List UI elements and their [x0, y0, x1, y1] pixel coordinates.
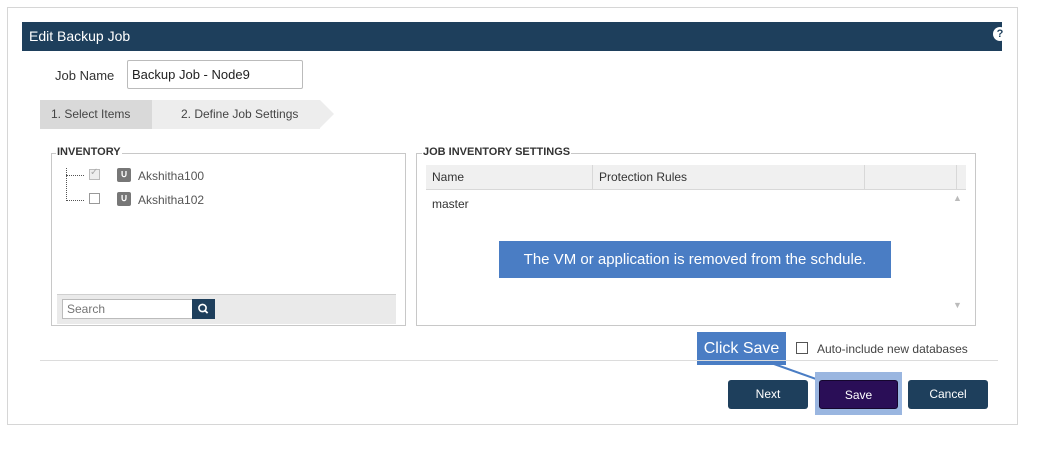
- footer-divider: [40, 360, 998, 361]
- auto-include-label: Auto-include new databases: [817, 342, 968, 356]
- column-header-protection-rules[interactable]: Protection Rules: [599, 165, 687, 189]
- wizard-step-define-job-settings[interactable]: 2. Define Job Settings: [152, 100, 334, 129]
- wizard-step-select-items[interactable]: 1. Select Items: [40, 100, 166, 129]
- removed-note-callout: The VM or application is removed from th…: [499, 241, 891, 278]
- grid-cell-name[interactable]: master: [432, 197, 469, 211]
- scroll-up-icon[interactable]: ▲: [953, 193, 962, 203]
- job-name-input[interactable]: [127, 60, 303, 89]
- dialog-titlebar: Edit Backup Job: [22, 22, 1002, 51]
- wizard-step-label: 2. Define Job Settings: [181, 107, 299, 121]
- save-button[interactable]: Save: [819, 380, 898, 409]
- cancel-button[interactable]: Cancel: [908, 380, 988, 409]
- inventory-item-checkbox[interactable]: [89, 193, 100, 204]
- inventory-search-input[interactable]: [62, 299, 193, 319]
- inventory-item-checkbox[interactable]: [89, 167, 100, 180]
- next-button[interactable]: Next: [728, 380, 808, 409]
- tree-line: [66, 175, 84, 176]
- grid-header: Name Protection Rules: [426, 165, 966, 190]
- dialog-title: Edit Backup Job: [29, 28, 131, 44]
- tree-line: [66, 200, 84, 201]
- help-icon[interactable]: ?: [993, 27, 1007, 41]
- search-button[interactable]: [192, 299, 215, 319]
- scroll-down-icon[interactable]: ▼: [953, 300, 962, 310]
- inventory-item-label[interactable]: Akshitha102: [138, 193, 204, 207]
- inventory-item-label[interactable]: Akshitha100: [138, 169, 204, 183]
- node-icon: ∪: [117, 168, 131, 182]
- column-divider: [864, 165, 865, 189]
- column-divider: [592, 165, 593, 189]
- inventory-legend: INVENTORY: [56, 146, 122, 158]
- magnifier-icon: [198, 303, 209, 314]
- column-header-name[interactable]: Name: [432, 165, 464, 189]
- job-inventory-settings-legend: JOB INVENTORY SETTINGS: [422, 146, 572, 158]
- wizard-step-label: 1. Select Items: [51, 107, 131, 121]
- tree-line: [66, 168, 67, 201]
- auto-include-checkbox[interactable]: [796, 342, 808, 354]
- job-name-label: Job Name: [55, 68, 115, 83]
- column-divider: [956, 165, 957, 189]
- node-icon: ∪: [117, 192, 131, 206]
